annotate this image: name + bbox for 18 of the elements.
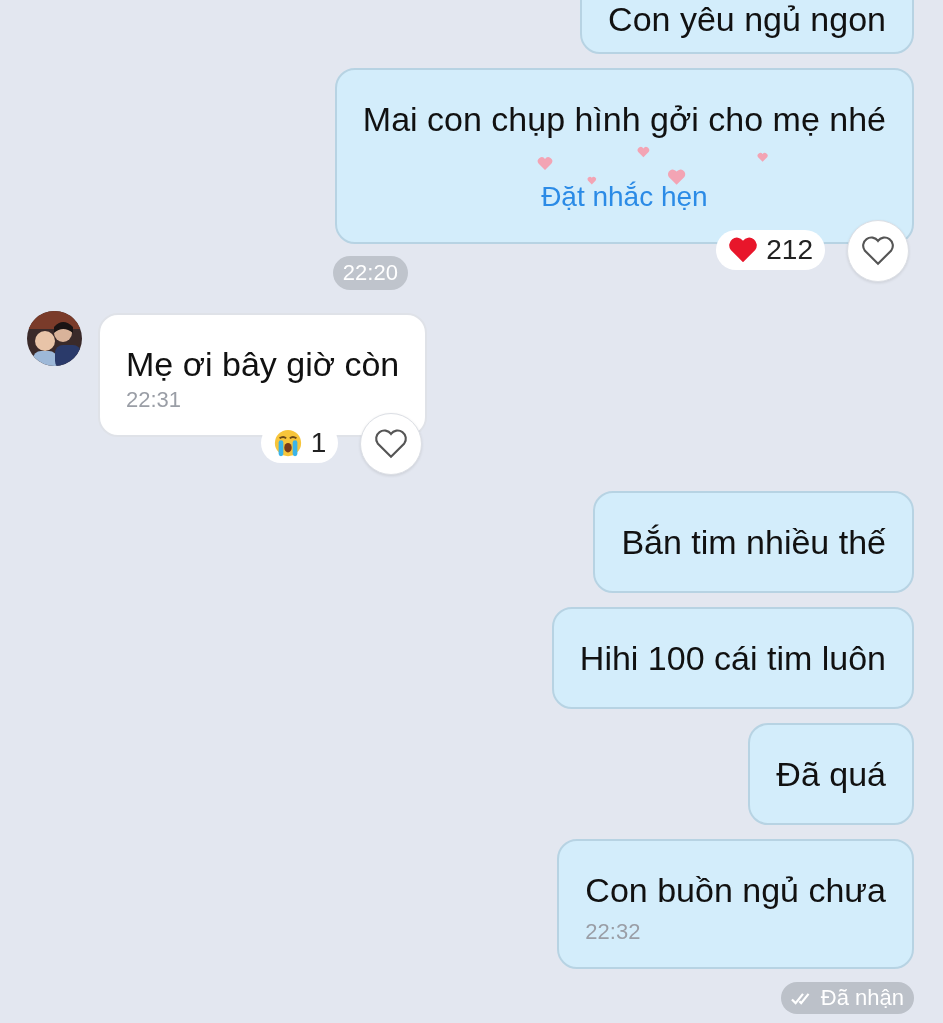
heart-icon	[728, 235, 759, 265]
message-text: Mẹ ơi bây giờ còn	[126, 344, 400, 385]
reaction-count[interactable]: 212	[716, 230, 825, 270]
message-text: Mai con chụp hình gởi cho mẹ nhé	[362, 99, 886, 140]
like-button[interactable]	[360, 413, 423, 475]
time-chip: 22:20	[332, 256, 408, 290]
message-text: Hihi 100 cái tim luôn	[579, 638, 886, 679]
message-text: Đã quá	[776, 754, 886, 795]
crying-face-icon	[272, 428, 303, 458]
heart-icon	[374, 428, 409, 460]
message-text: Bắn tim nhiều thế	[621, 522, 886, 563]
heart-icon	[861, 235, 895, 267]
message-text: Con yêu ngủ ngon	[608, 0, 886, 40]
message-time: 22:31	[126, 387, 183, 413]
like-button[interactable]	[847, 220, 909, 282]
message-text: Con buồn ngủ chưa	[585, 870, 886, 911]
delivery-status: Đã nhận	[780, 982, 914, 1014]
message-time: 22:32	[585, 919, 642, 945]
